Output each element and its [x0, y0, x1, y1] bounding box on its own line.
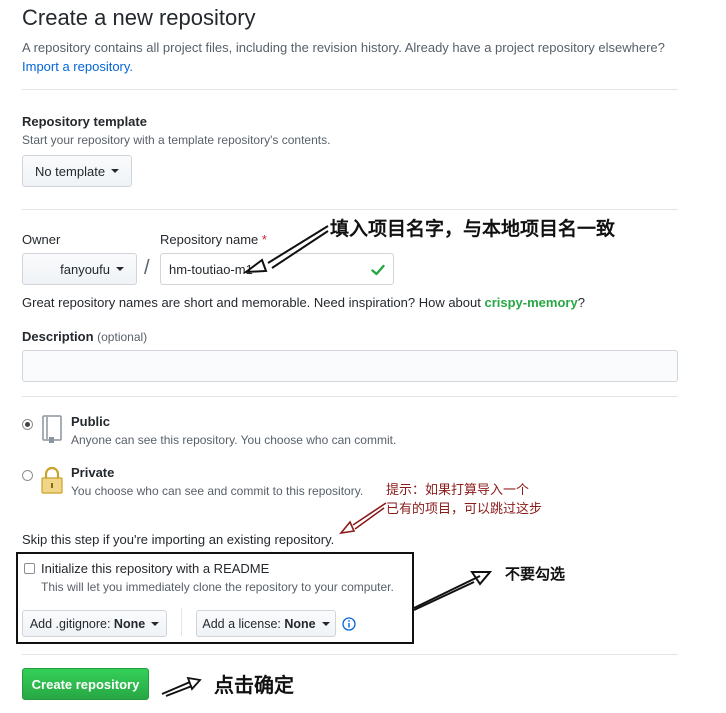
- check-icon: [371, 264, 385, 276]
- annotation-import-line2: 已有的项目，可以跳过这步: [386, 502, 543, 517]
- readme-description: This will let you immediately clone the …: [41, 580, 394, 594]
- description-label: Description (optional): [22, 329, 147, 344]
- template-button-label: No template: [34, 163, 106, 179]
- gitignore-value: None: [113, 616, 146, 631]
- license-label-text: Add a license:: [202, 616, 281, 631]
- license-label: Add a license: None: [202, 617, 315, 631]
- info-icon[interactable]: [342, 617, 356, 631]
- create-repository-label: Create repository: [31, 676, 140, 692]
- repo-name-value: hm-toutiao-m1: [169, 261, 253, 277]
- optional-note: (optional): [97, 330, 148, 344]
- divider: [22, 654, 678, 655]
- import-repository-link[interactable]: Import a repository.: [22, 59, 133, 74]
- license-dropdown-button[interactable]: Add a license: None: [196, 610, 336, 637]
- chevron-down-icon: [111, 169, 120, 173]
- suggested-name-link[interactable]: crispy-memory: [484, 295, 577, 310]
- gitignore-label-text: Add .gitignore:: [29, 616, 111, 631]
- annotation-arrow-icon: [242, 225, 329, 274]
- public-description: Anyone can see this repository. You choo…: [71, 433, 397, 447]
- chevron-down-icon: [321, 621, 330, 626]
- template-dropdown-button[interactable]: No template: [22, 155, 132, 187]
- annotation-arrow-icon: [161, 676, 202, 697]
- annotation-import-line1: 提示：如果打算导入一个: [386, 483, 530, 498]
- template-hint: Start your repository with a template re…: [22, 133, 331, 147]
- private-title: Private: [71, 465, 115, 480]
- lock-icon: [41, 466, 63, 494]
- create-repository-button[interactable]: Create repository: [22, 668, 149, 700]
- readme-label: Initialize this repository with a README: [41, 561, 270, 576]
- suggestion-suffix: ?: [577, 295, 585, 310]
- page-title: Create a new repository: [22, 5, 256, 30]
- suggestion-prefix: Great repository names are short and mem…: [22, 295, 481, 310]
- gitignore-dropdown-button[interactable]: Add .gitignore: None: [22, 610, 167, 637]
- divider: [181, 608, 182, 636]
- divider: [22, 396, 678, 397]
- template-label: Repository template: [22, 114, 147, 129]
- description-label-text: Description: [22, 329, 94, 344]
- book-icon: [42, 415, 62, 443]
- gitignore-label: Add .gitignore: None: [30, 617, 145, 631]
- owner-value: fanyoufu: [60, 261, 110, 277]
- owner-label: Owner: [22, 232, 61, 247]
- annotation-arrow-icon: [413, 571, 493, 611]
- divider: [22, 209, 678, 210]
- annotation-import-note: 提示：如果打算导入一个 已有的项目，可以跳过这步: [386, 481, 542, 519]
- description-input[interactable]: [22, 350, 678, 382]
- subtitle-text: A repository contains all project files,…: [22, 40, 665, 55]
- private-description: You choose who can see and commit to thi…: [71, 484, 364, 498]
- chevron-down-icon: [116, 267, 124, 271]
- owner-dropdown-button[interactable]: fanyoufu: [22, 253, 137, 285]
- divider: [22, 89, 678, 90]
- public-radio[interactable]: [22, 419, 33, 430]
- annotation-name-note: 填入项目名字，与本地项目名一致: [330, 218, 616, 240]
- page-subtitle: A repository contains all project files,…: [22, 38, 692, 76]
- license-value: None: [284, 616, 316, 631]
- annotation-readme-note: 不要勾选: [505, 565, 566, 583]
- readme-checkbox[interactable]: [24, 563, 35, 574]
- name-suggestion: Great repository names are short and mem…: [22, 295, 585, 310]
- public-title: Public: [71, 414, 111, 429]
- private-radio[interactable]: [22, 470, 33, 481]
- annotation-create-note: 点击确定: [214, 673, 294, 697]
- chevron-down-icon: [151, 621, 160, 626]
- owner-repo-separator: /: [144, 257, 150, 279]
- annotation-arrow-icon: [339, 502, 387, 535]
- skip-note: Skip this step if you're importing an ex…: [22, 532, 335, 547]
